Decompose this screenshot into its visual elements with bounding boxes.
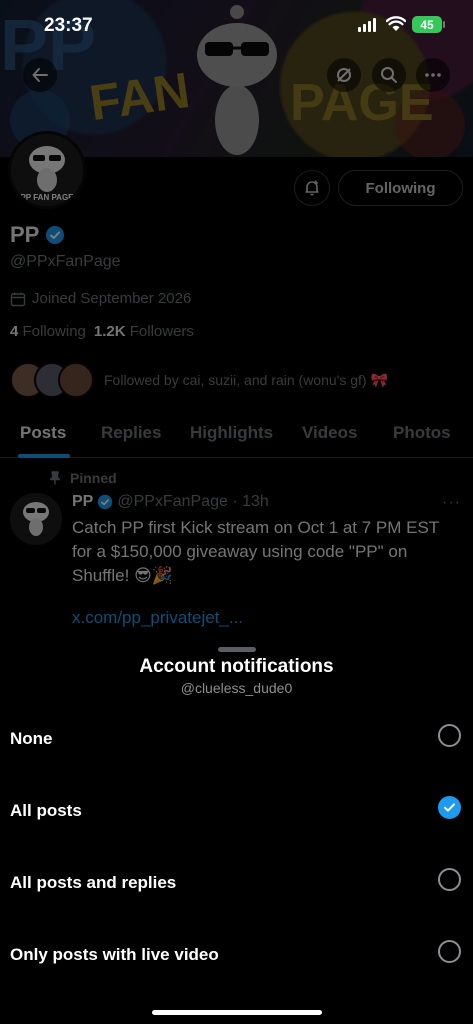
account-notifications-sheet: Account notifications @clueless_dude0 No… [0, 640, 473, 1024]
home-indicator[interactable] [152, 1010, 322, 1015]
sheet-title: Account notifications [139, 656, 334, 677]
option-label: All posts [10, 801, 82, 820]
wifi-icon [386, 16, 406, 31]
battery-level: 45 [420, 17, 434, 32]
status-time: 23:37 [44, 15, 93, 36]
sheet-subtitle: @clueless_dude0 [180, 680, 293, 696]
radio-unchecked-icon[interactable] [438, 940, 461, 963]
status-bar: 23:37 45 [0, 0, 473, 52]
radio-unchecked-icon[interactable] [438, 724, 461, 747]
sheet-drag-handle[interactable] [218, 647, 256, 652]
radio-checked-icon[interactable] [438, 796, 461, 819]
option-label: All posts and replies [10, 873, 177, 892]
notification-option-none[interactable]: None [0, 710, 473, 770]
option-label: Only posts with live video [10, 945, 219, 964]
radio-unchecked-icon[interactable] [438, 868, 461, 891]
notification-option-all-posts[interactable]: All posts [0, 782, 473, 842]
battery-icon: 45 [412, 16, 445, 33]
cellular-signal-icon [358, 18, 376, 32]
notification-option-live-video[interactable]: Only posts with live video [0, 926, 473, 986]
notification-option-all-posts-and-replies[interactable]: All posts and replies [0, 854, 473, 914]
option-label: None [10, 729, 53, 748]
